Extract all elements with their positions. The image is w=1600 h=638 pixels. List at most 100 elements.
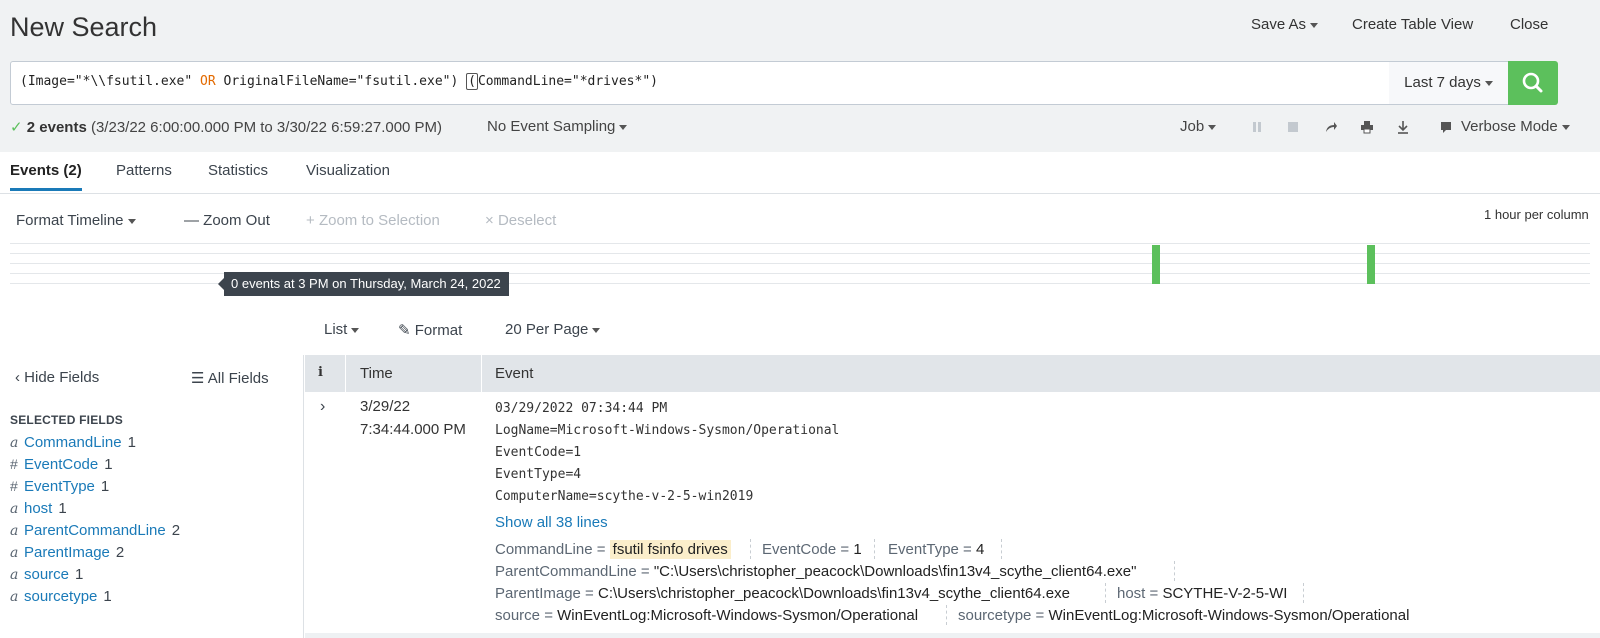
query-text: CommandLine="*drives*"): [477, 74, 658, 89]
field-count: 1: [127, 434, 136, 451]
format-timeline-menu[interactable]: Format Timeline: [16, 212, 136, 229]
close-link[interactable]: Close: [1510, 16, 1548, 33]
export-icon[interactable]: [1396, 120, 1410, 134]
field-separator: [874, 539, 875, 559]
field-name[interactable]: host: [24, 500, 52, 517]
field-host[interactable]: host = SCYTHE-V-2-5-WI: [1117, 585, 1287, 602]
pause-icon[interactable]: [1250, 120, 1264, 134]
hide-fields-button[interactable]: ‹ Hide Fields: [15, 369, 99, 386]
time-range-picker[interactable]: Last 7 days: [1389, 61, 1509, 105]
timeline-gridline: [10, 243, 1590, 244]
field-item[interactable]: a source 1: [10, 566, 83, 583]
search-input[interactable]: (Image="*\\fsutil.exe" OR OriginalFileNa…: [10, 61, 1390, 105]
print-icon[interactable]: [1360, 120, 1374, 134]
field-name[interactable]: EventType: [24, 478, 95, 495]
event-count: 2 events: [26, 119, 87, 136]
raw-event-line: EventCode=1: [495, 445, 582, 460]
list-label: List: [324, 321, 348, 338]
field-parentcommandline[interactable]: ParentCommandLine = "C:\Users\christophe…: [495, 563, 1136, 580]
active-tab-indicator: [10, 188, 82, 191]
field-separator: [1001, 539, 1002, 559]
tab-visualization[interactable]: Visualization: [306, 162, 390, 179]
field-name[interactable]: ParentCommandLine: [24, 522, 166, 539]
field-source[interactable]: source = WinEventLog:Microsoft-Windows-S…: [495, 607, 918, 624]
field-value[interactable]: fsutil fsinfo drives: [609, 540, 731, 559]
field-eventcode[interactable]: EventCode = 1: [762, 541, 862, 558]
list-icon: ☰: [191, 370, 208, 387]
query-text: OriginalFileName="fsutil.exe"): [215, 74, 467, 89]
sampling-label: No Event Sampling: [487, 118, 616, 135]
format-label: Format: [414, 322, 463, 339]
field-item[interactable]: a ParentCommandLine 2: [10, 522, 180, 539]
field-count: 1: [75, 566, 84, 583]
field-count: 1: [104, 456, 113, 473]
timeline-bar[interactable]: [1152, 245, 1160, 284]
timeline-bar[interactable]: [1367, 245, 1375, 284]
field-item[interactable]: a ParentImage 2: [10, 544, 124, 561]
job-menu[interactable]: Job: [1180, 118, 1217, 135]
field-item[interactable]: a sourcetype 1: [10, 588, 112, 605]
field-value[interactable]: SCYTHE-V-2-5-WI: [1162, 585, 1287, 602]
events-table-header: i Time Event: [305, 355, 1600, 392]
list-view-menu[interactable]: List: [324, 321, 360, 338]
field-separator: [1303, 583, 1304, 603]
field-item[interactable]: a CommandLine 1: [10, 434, 136, 451]
field-value[interactable]: C:\Users\christopher_peacock\Downloads\f…: [598, 585, 1070, 602]
field-type-icon: a: [10, 435, 19, 451]
create-table-view-link[interactable]: Create Table View: [1352, 16, 1473, 33]
field-type-icon: #: [10, 478, 18, 494]
field-item[interactable]: # EventCode 1: [10, 456, 113, 473]
deselect-button[interactable]: × Deselect: [485, 212, 556, 229]
expand-event-icon[interactable]: ›: [320, 398, 325, 416]
save-as-menu[interactable]: Save As: [1251, 16, 1319, 33]
field-parentimage[interactable]: ParentImage = C:\Users\christopher_peaco…: [495, 585, 1070, 602]
chevron-down-icon: [592, 327, 601, 333]
field-sourcetype[interactable]: sourcetype = WinEventLog:Microsoft-Windo…: [958, 607, 1409, 624]
column-divider: [481, 355, 482, 392]
field-item[interactable]: # EventType 1: [10, 478, 109, 495]
tab-patterns[interactable]: Patterns: [116, 162, 172, 179]
search-mode-menu[interactable]: Verbose Mode: [1461, 118, 1570, 135]
field-name[interactable]: sourcetype: [24, 588, 97, 605]
search-mode-label: Verbose Mode: [1461, 118, 1558, 135]
page-title: New Search: [10, 12, 158, 42]
comment-icon: [1441, 122, 1451, 133]
field-commandline[interactable]: CommandLine = fsutil fsinfo drives: [495, 540, 731, 559]
search-button[interactable]: [1508, 61, 1558, 105]
all-fields-button[interactable]: ☰ All Fields: [191, 369, 269, 387]
field-eventtype[interactable]: EventType = 4: [888, 541, 984, 558]
zoom-out-button[interactable]: — Zoom Out: [184, 212, 270, 229]
field-item[interactable]: a host 1: [10, 500, 67, 517]
field-name[interactable]: EventCode: [24, 456, 98, 473]
show-all-lines-link[interactable]: Show all 38 lines: [495, 514, 608, 531]
search-query[interactable]: (Image="*\\fsutil.exe" OR OriginalFileNa…: [20, 73, 658, 90]
x-icon: ×: [485, 212, 498, 229]
event-column-header: Event: [495, 365, 534, 382]
field-value[interactable]: WinEventLog:Microsoft-Windows-Sysmon/Ope…: [1048, 607, 1409, 624]
check-icon: ✓: [10, 119, 23, 136]
time-column-header[interactable]: Time: [360, 365, 393, 382]
timeline-scale: 1 hour per column: [1484, 207, 1589, 222]
field-type-icon: #: [10, 456, 18, 472]
field-value[interactable]: 1: [853, 541, 861, 558]
tab-statistics[interactable]: Statistics: [208, 162, 268, 179]
tab-events[interactable]: Events (2): [10, 162, 82, 179]
field-key: EventCode =: [762, 541, 850, 558]
field-count: 2: [115, 544, 125, 561]
per-page-menu[interactable]: 20 Per Page: [505, 321, 601, 338]
field-name[interactable]: ParentImage: [24, 544, 110, 561]
event-sampling-menu[interactable]: No Event Sampling: [487, 118, 628, 135]
field-value[interactable]: "C:\Users\christopher_peacock\Downloads\…: [654, 563, 1137, 580]
plus-icon: +: [306, 212, 319, 229]
field-separator: [1174, 561, 1175, 581]
field-value[interactable]: WinEventLog:Microsoft-Windows-Sysmon/Ope…: [557, 607, 918, 624]
field-name[interactable]: source: [24, 566, 69, 583]
field-value[interactable]: 4: [976, 541, 984, 558]
stop-icon[interactable]: [1286, 120, 1300, 134]
zoom-to-selection-button[interactable]: + Zoom to Selection: [306, 212, 440, 229]
zoom-to-selection-label: Zoom to Selection: [318, 212, 440, 229]
format-button[interactable]: ✎ Format: [398, 321, 462, 339]
field-name[interactable]: CommandLine: [24, 434, 122, 451]
share-icon[interactable]: [1324, 120, 1338, 134]
results-tabs: Events (2) Patterns Statistics Visualiza…: [0, 152, 1600, 194]
